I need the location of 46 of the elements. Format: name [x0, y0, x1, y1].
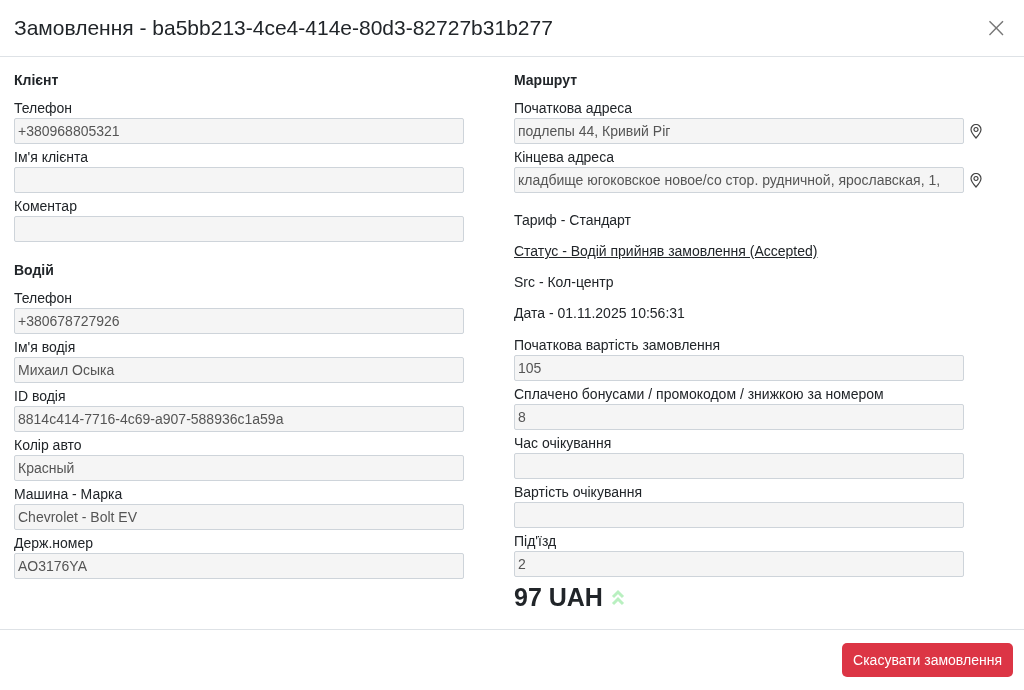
field-label: Телефон	[14, 99, 74, 117]
input-field[interactable]: 8814c414-7716-4c69-a907-588936c1a59a	[14, 406, 464, 432]
field-label: Ім'я водія	[14, 338, 77, 356]
input-field[interactable]: Красный	[14, 455, 464, 481]
input-field[interactable]: AO3176YA	[14, 553, 464, 579]
field-label: ID водія	[14, 387, 67, 405]
field-label: Кінцева адреса	[514, 148, 615, 166]
input-field[interactable]: 2	[514, 551, 964, 577]
input-field[interactable]: подлепы 44, Кривий Ріг	[514, 118, 964, 144]
input-field[interactable]: +380968805321	[14, 118, 464, 144]
input-field[interactable]	[514, 502, 964, 528]
field-label: Ім'я клієнта	[14, 148, 90, 166]
field-label: Під'їзд	[514, 532, 558, 550]
double-chevron-up-icon	[610, 587, 625, 608]
field-label: Телефон	[14, 289, 74, 307]
status-link[interactable]: Статус - Водій прийняв замовлення (Accepted)	[514, 242, 818, 260]
dialog-title: Замовлення - ba5bb213-4ce4-414e-80d3-82727b31b277	[14, 16, 553, 40]
input-field[interactable]: кладбище югоковское новое/со стор. рудничной, ярославская, 1,	[514, 167, 964, 193]
info-text: Дата - 01.11.2025 10:56:31	[514, 304, 685, 322]
info-text: Src - Кол-центр	[514, 273, 614, 291]
field-label: Сплачено бонусами / промокодом / знижкою за номером	[514, 385, 885, 403]
field-label: Час очікування	[514, 434, 613, 452]
field-label: Початкова вартість замовлення	[514, 336, 722, 354]
input-field[interactable]	[14, 216, 464, 242]
input-field[interactable]: Chevrolet - Bolt EV	[14, 504, 464, 530]
map-pin-icon[interactable]	[970, 123, 982, 139]
field-label: Початкова адреса	[514, 99, 634, 117]
map-pin-icon[interactable]	[970, 172, 982, 188]
field-label: Держ.номер	[14, 534, 95, 552]
close-button[interactable]: ×	[978, 14, 1014, 42]
input-field[interactable]: 8	[514, 404, 964, 430]
section-title: Маршрут	[514, 72, 579, 90]
field-label: Вартість очікування	[514, 483, 643, 501]
input-field[interactable]: +380678727926	[14, 308, 464, 334]
total-price: 97 UAH	[514, 583, 603, 612]
input-field[interactable]	[514, 453, 964, 479]
field-label: Колір авто	[14, 436, 83, 454]
section-title: Водій	[14, 262, 55, 280]
info-text: Тариф - Стандарт	[514, 211, 631, 229]
section-title: Клієнт	[14, 72, 60, 90]
input-field[interactable]: 105	[514, 355, 964, 381]
field-label: Машина - Марка	[14, 485, 124, 503]
input-field[interactable]	[14, 167, 464, 193]
input-field[interactable]: Михаил Осыка	[14, 357, 464, 383]
field-label: Коментар	[14, 197, 78, 215]
cancel-order-button[interactable]: Скасувати замовлення	[842, 643, 1013, 677]
